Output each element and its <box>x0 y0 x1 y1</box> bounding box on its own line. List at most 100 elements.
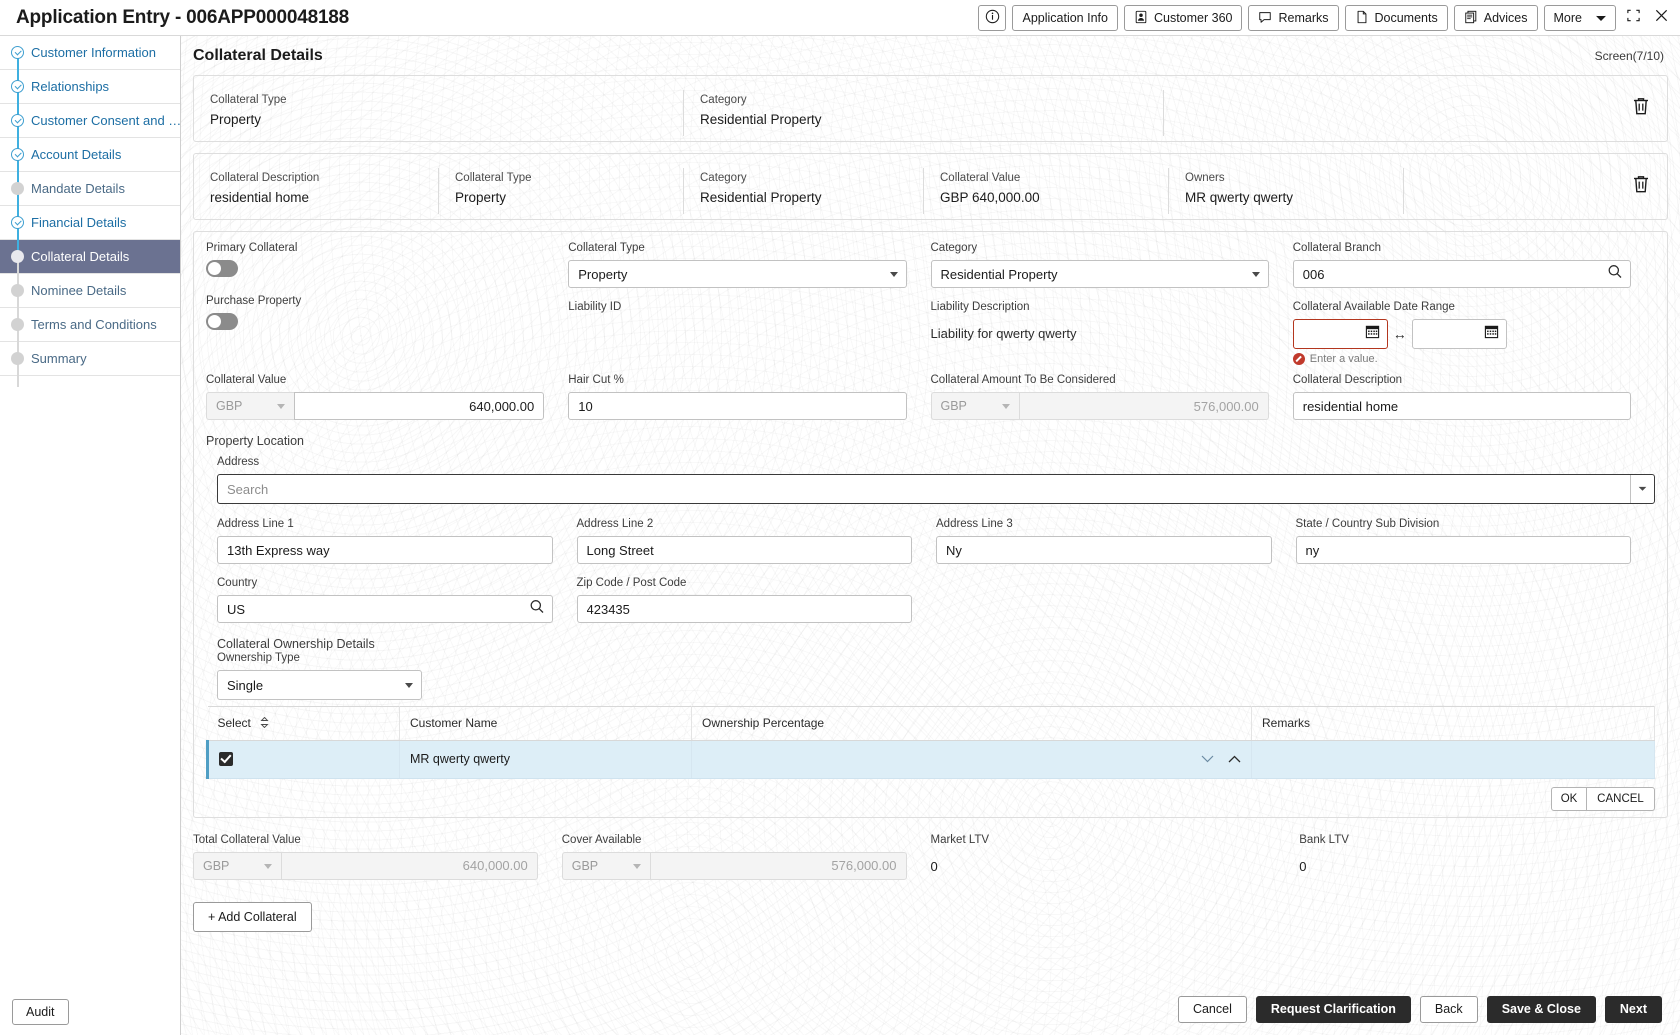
property-location-heading: Property Location <box>206 434 304 448</box>
ok-button[interactable]: OK <box>1551 786 1587 811</box>
row-ownership-percentage[interactable] <box>691 740 1252 779</box>
audit-button[interactable]: Audit <box>12 999 69 1025</box>
save-and-close-button[interactable]: Save & Close <box>1486 995 1596 1023</box>
chevron-down-icon <box>1596 11 1606 25</box>
address-line1-label: Address Line 1 <box>217 518 294 530</box>
sort-icon[interactable] <box>260 716 269 731</box>
sidebar-item-customer-information[interactable]: Customer Information <box>0 36 180 70</box>
application-info-label: Application Info <box>1022 11 1108 25</box>
sidebar-item-terms-and-conditions[interactable]: Terms and Conditions <box>0 308 180 342</box>
address-dropdown-button[interactable] <box>1630 475 1654 503</box>
back-button[interactable]: Back <box>1419 995 1478 1023</box>
ownership-type-select[interactable]: Single <box>217 670 422 700</box>
collateral-type-group: Collateral Type Property Liability ID <box>568 242 930 378</box>
cover-available-amount: 576,000.00 <box>649 851 907 880</box>
application-info-button[interactable]: Application Info <box>1012 5 1118 31</box>
top-bar-actions: Application Info Customer 360 Remarks Do… <box>978 0 1672 36</box>
zip-input[interactable] <box>576 595 912 623</box>
row-checkbox[interactable] <box>219 751 233 766</box>
date-to-input[interactable] <box>1411 319 1507 349</box>
address-search-input[interactable] <box>217 474 1655 504</box>
ownership-type-label: Ownership Type <box>217 652 300 664</box>
collateral-branch-label: Collateral Branch <box>1292 242 1381 254</box>
cancel-button[interactable]: Cancel <box>1177 995 1247 1023</box>
sidebar: Customer Information Relationships Custo… <box>0 36 181 1035</box>
zip-label: Zip Code / Post Code <box>576 577 687 589</box>
purchase-property-label: Purchase Property <box>206 295 302 307</box>
delete-detail-button[interactable] <box>1631 174 1651 200</box>
next-button[interactable]: Next <box>1604 995 1662 1023</box>
collateral-branch-input[interactable] <box>1292 260 1631 288</box>
hair-cut-input[interactable] <box>568 392 907 420</box>
address-row-1: Address Line 1 Address Line 2 Address Li… <box>217 518 1655 564</box>
sidebar-item-label: Summary <box>31 351 87 366</box>
sidebar-item-label: Relationships <box>31 79 110 94</box>
chevron-down-icon[interactable] <box>1201 752 1214 766</box>
collateral-value-currency-select[interactable]: GBP <box>206 392 294 420</box>
sidebar-item-nominee-details[interactable]: Nominee Details <box>0 274 180 308</box>
advices-button[interactable]: Advices <box>1453 5 1538 31</box>
state-input[interactable] <box>1295 536 1631 564</box>
column-header-remarks: Remarks <box>1251 706 1655 741</box>
summary-card-row: Collateral Type Property Category Reside… <box>194 76 1667 141</box>
category-select[interactable]: Residential Property <box>930 260 1269 288</box>
purchase-property-toggle[interactable] <box>206 313 238 330</box>
total-value-amount: 640,000.00 <box>281 851 538 880</box>
field-value: Residential Property <box>700 112 822 127</box>
cancel-table-button[interactable]: CANCEL <box>1587 786 1655 811</box>
collateral-description-input[interactable] <box>1292 392 1631 420</box>
add-collateral-button[interactable]: + Add Collateral <box>193 901 312 932</box>
currency-code: GBP <box>203 858 230 873</box>
address-line3-input[interactable] <box>936 536 1272 564</box>
remarks-button[interactable]: Remarks <box>1248 5 1339 31</box>
collateral-summary-card: Collateral Type Property Category Reside… <box>193 75 1668 142</box>
table-row[interactable]: MR qwerty qwerty <box>206 740 1655 779</box>
close-button[interactable] <box>1650 5 1672 31</box>
address-line1-group: Address Line 1 <box>217 518 577 564</box>
row-select-cell[interactable] <box>206 740 400 779</box>
collateral-form: Primary Collateral Purchase Property Col… <box>193 231 1668 818</box>
sidebar-item-label: Financial Details <box>31 215 127 230</box>
sidebar-item-account-details[interactable]: Account Details <box>0 138 180 172</box>
detail-collateral-value: Collateral Value GBP 640,000.00 <box>924 168 1169 214</box>
collateral-value-amount-input[interactable]: 640,000.00 <box>294 392 545 420</box>
more-button[interactable]: More <box>1543 5 1616 31</box>
delete-collateral-button[interactable] <box>1631 96 1651 122</box>
sidebar-item-customer-consent[interactable]: Customer Consent and … <box>0 104 180 138</box>
market-ltv-group: Market LTV 0 <box>931 834 1300 880</box>
chevron-down-icon <box>1001 404 1010 409</box>
sidebar-item-financial-details[interactable]: Financial Details <box>0 206 180 240</box>
table-header-row: Select Customer Name Ownership Percentag… <box>207 706 1655 741</box>
ownership-section-heading: Collateral Ownership Details <box>217 637 375 651</box>
sidebar-item-summary[interactable]: Summary <box>0 342 180 376</box>
date-range-label: Collateral Available Date Range <box>1292 301 1455 313</box>
calendar-icon[interactable] <box>1365 324 1380 344</box>
collapse-button[interactable] <box>1622 5 1644 31</box>
application-info-icon-button[interactable] <box>978 5 1007 31</box>
form-row-1: Primary Collateral Purchase Property Col… <box>206 242 1655 378</box>
date-from-input[interactable] <box>1292 319 1388 349</box>
toggle-knob <box>208 315 221 328</box>
toggle-knob <box>208 262 221 275</box>
request-clarification-button[interactable]: Request Clarification <box>1255 995 1411 1023</box>
chevron-up-icon[interactable] <box>1228 752 1241 766</box>
sidebar-item-relationships[interactable]: Relationships <box>0 70 180 104</box>
primary-collateral-toggle[interactable] <box>206 260 238 277</box>
hair-cut-label: Hair Cut % <box>568 374 624 386</box>
page-title: Application Entry - 006APP000048188 <box>16 6 350 28</box>
row-customer-name: MR qwerty qwerty <box>399 740 692 779</box>
row-remarks[interactable] <box>1251 740 1655 779</box>
collateral-type-select[interactable]: Property <box>568 260 907 288</box>
address-line1-input[interactable] <box>217 536 553 564</box>
documents-button[interactable]: Documents <box>1344 5 1448 31</box>
customer-360-button[interactable]: Customer 360 <box>1123 5 1243 31</box>
main-header: Collateral Details Screen(7/10) <box>181 36 1680 75</box>
country-input[interactable] <box>217 595 553 623</box>
column-header-select[interactable]: Select <box>207 706 400 741</box>
sidebar-item-collateral-details[interactable]: Collateral Details <box>0 240 180 274</box>
calendar-icon[interactable] <box>1484 324 1499 344</box>
sidebar-item-mandate-details[interactable]: Mandate Details <box>0 172 180 206</box>
address-line2-input[interactable] <box>576 536 912 564</box>
ownership-table: Select Customer Name Ownership Percentag… <box>206 706 1655 779</box>
liability-description-value: Liability for qwerty qwerty <box>930 325 1077 341</box>
